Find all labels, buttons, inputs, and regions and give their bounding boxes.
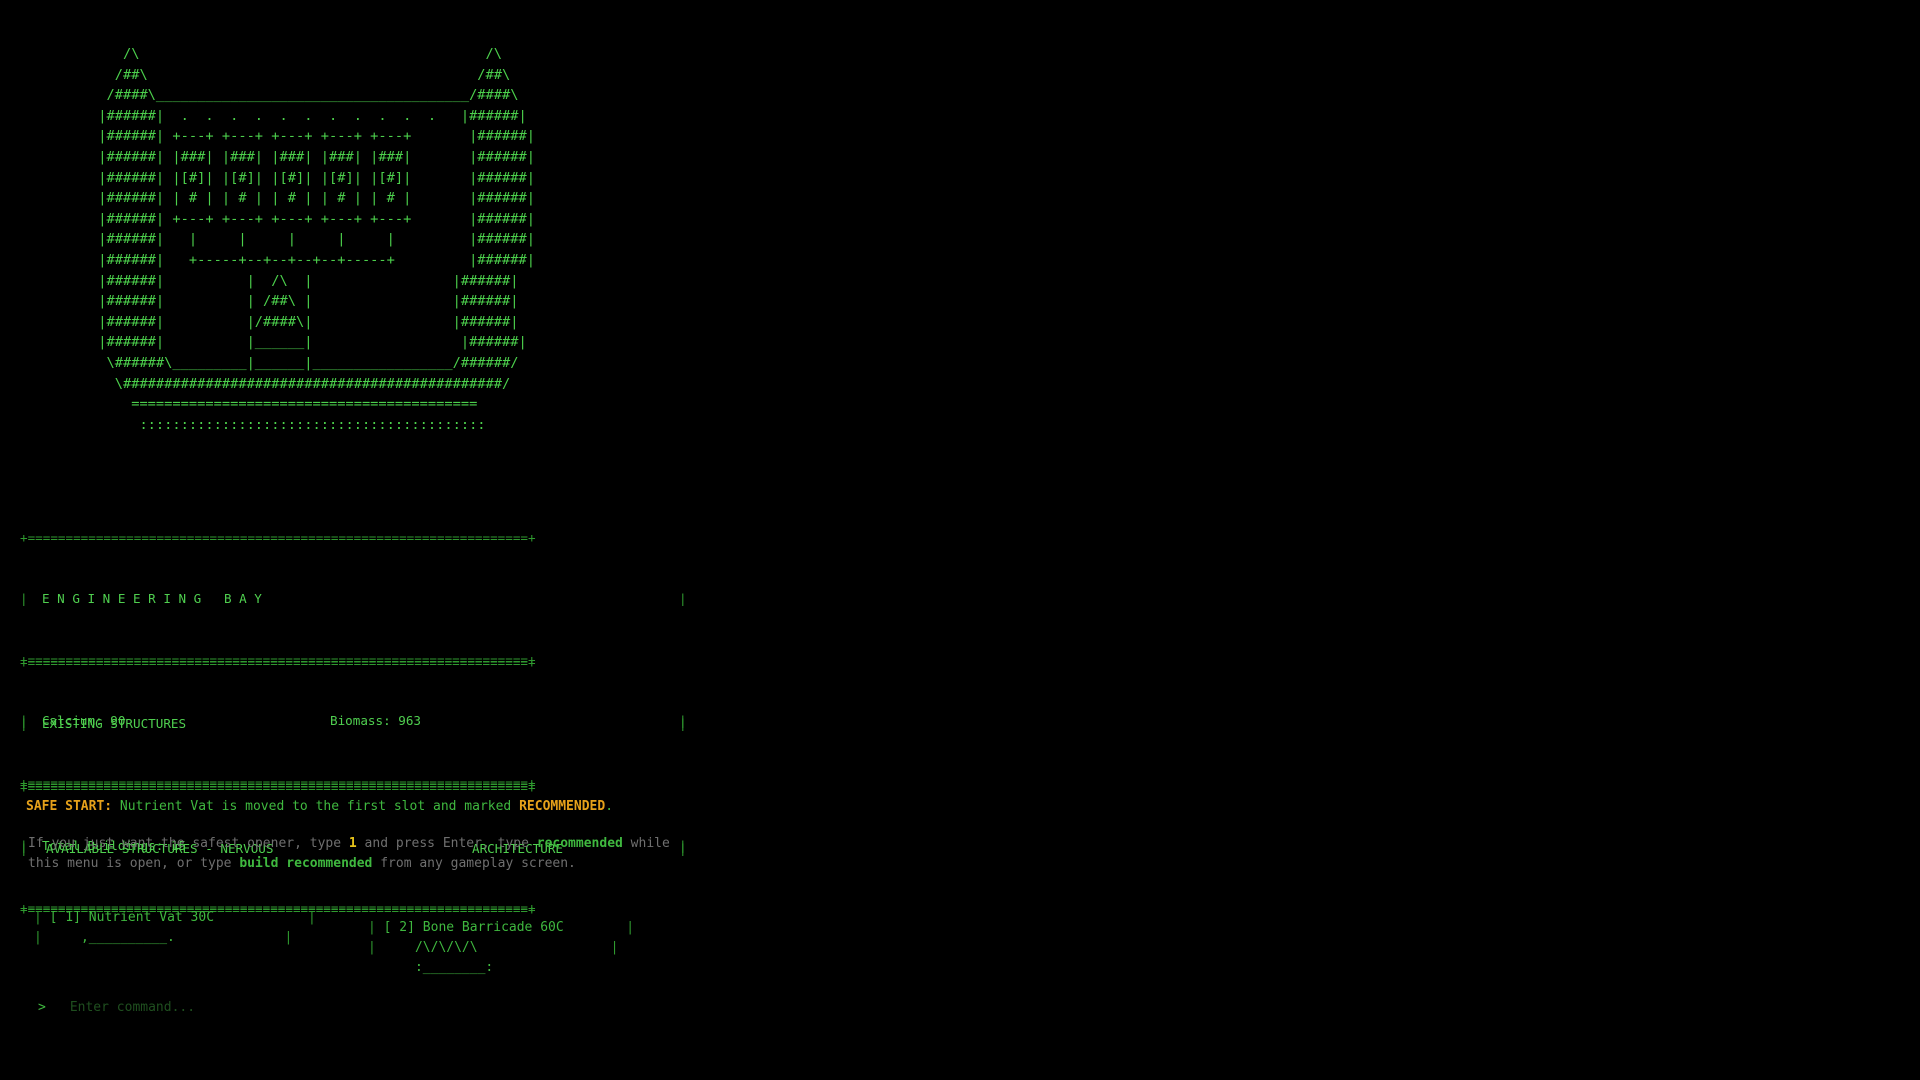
bone-barricade-ascii-icon: /\/\/\/\: [414, 940, 478, 955]
panel-border-top: +=======================================…: [20, 654, 536, 670]
game-screen: /\ /\ /##\ /##\ /####\__________________…: [0, 0, 1920, 1080]
structure-card-bone-barricade[interactable]: | [ 2] Bone Barricade 60C | | /\/\/\/\ |…: [368, 918, 634, 978]
safe-start-notice: SAFE START: Nutrient Vat is moved to the…: [26, 797, 676, 816]
safe-start-message: Nutrient Vat is moved to the first slot …: [119, 799, 512, 814]
help-text-part: from any gameplay screen.: [372, 856, 576, 871]
panel-border-top: +=======================================…: [20, 779, 536, 795]
command-input[interactable]: [67, 999, 472, 1016]
structure-slot: [ 1]: [49, 910, 81, 925]
structure-card-nutrient-vat[interactable]: | [ 1] Nutrient Vat 30C | | ,__________.…: [34, 908, 316, 948]
existing-structures-title: EXISTING STRUCTURES: [42, 716, 187, 732]
bone-barricade-ascii-base: :________:: [414, 960, 494, 975]
panel-title-row: | E N G I N E E R I N G B A Y |: [20, 589, 687, 609]
panel-border-top: +=======================================…: [20, 529, 536, 545]
engineering-bay-title: E N G I N E E R I N G B A Y: [42, 591, 262, 607]
help-key-1: 1: [348, 836, 357, 851]
help-command-recommended: recommended: [536, 836, 623, 851]
panel-title-row: | EXISTING STRUCTURES |: [20, 714, 687, 734]
help-text-part: and press Enter, type: [356, 836, 537, 851]
nutrient-vat-ascii-icon: ,__________.: [80, 930, 175, 945]
structure-cost: 30C: [190, 910, 215, 925]
recommended-tag: RECOMMENDED: [519, 799, 606, 814]
help-text: If you just want the safest opener, type…: [28, 834, 678, 874]
structure-name: Bone Barricade: [422, 920, 533, 935]
prompt-caret: >: [38, 1000, 46, 1015]
engineering-bay-ascii-art: /\ /\ /##\ /##\ /####\__________________…: [98, 46, 535, 433]
structure-name: Nutrient Vat: [88, 910, 183, 925]
help-command-build-recommended: build recommended: [239, 856, 373, 871]
help-text-part: If you just want the safest opener, type: [28, 836, 349, 851]
structure-slot: [ 2]: [383, 920, 415, 935]
command-prompt: >: [38, 999, 472, 1016]
structure-cost: 60C: [540, 920, 564, 935]
safe-start-label: SAFE START:: [26, 799, 113, 814]
safe-start-period: .: [605, 799, 614, 814]
